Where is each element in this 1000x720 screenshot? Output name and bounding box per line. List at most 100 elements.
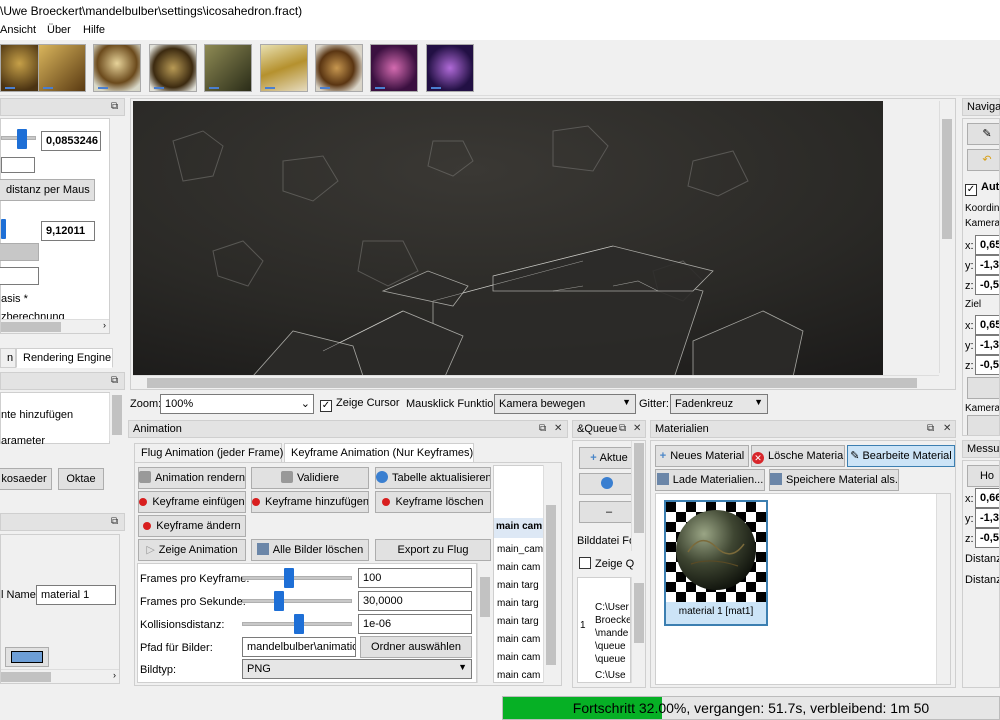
render-vertical-scrollbar[interactable] [939,101,953,373]
table-row[interactable]: main targ [494,596,546,614]
show-cursor-checkbox[interactable]: ✓ Zeige Cursor [320,397,400,412]
color-box[interactable] [1,157,35,173]
menu-uber[interactable]: Über [47,24,71,36]
close-icon[interactable]: ✕ [943,423,951,434]
frames-per-second-field[interactable]: 30,0000 [358,591,472,611]
frames-per-keyframe-slider[interactable] [284,568,294,588]
insert-keyframe-button[interactable]: Keyframe einfügen [138,491,246,513]
fractal-render-image[interactable] [133,101,883,377]
image-path-field[interactable]: mandelbulber\animation\ [242,637,356,657]
queue-update-button[interactable]: + Aktue [579,447,639,469]
choose-folder-button[interactable]: Ordner auswählen [360,636,472,658]
load-materials-button[interactable]: Lade Materialien... [655,469,765,491]
material-color-button[interactable] [5,647,49,667]
parameter-label[interactable]: arameter [1,435,45,447]
preset-thumbnail[interactable] [260,44,308,92]
render-horizontal-scrollbar[interactable] [133,375,939,389]
delete-all-images-button[interactable]: Alle Bilder löschen [251,539,369,561]
preset-thumbnail[interactable] [149,44,197,92]
close-icon[interactable]: ✕ [633,423,641,434]
preset-thumbnail[interactable] [93,44,141,92]
measure-button[interactable]: Ho [967,465,999,487]
collision-distance-field[interactable]: 1e-06 [358,614,472,634]
click-function-select[interactable]: Kamera bewegen ▼ [494,394,636,414]
material-name-field[interactable]: material 1 [36,585,116,605]
value-field-1[interactable]: 0,0853246 [41,131,101,151]
target-z-field[interactable]: -0,5 [975,355,999,375]
tab-flight-animation[interactable]: Flug Animation (jeder Frame) [134,443,283,463]
change-keyframe-button[interactable]: Keyframe ändern [138,515,246,537]
settings-vertical-scrollbar[interactable] [477,563,491,683]
refresh-table-button[interactable]: Tabelle aktualisieren [375,467,491,489]
float-icon[interactable]: ⧉ [111,101,118,112]
checkbox-unchecked-icon[interactable] [579,557,591,569]
add-component-label[interactable]: nte hinzufügen [1,409,73,421]
float-icon[interactable]: ⧉ [111,375,118,386]
menu-ansicht[interactable]: Ansicht [0,24,36,36]
slider-handle[interactable] [1,219,6,239]
material-list-scrollbar[interactable] [936,494,950,684]
validate-button[interactable]: Validiere [251,467,369,489]
checkbox-checked-icon[interactable]: ✓ [320,400,332,412]
queue-list-scrollbar[interactable] [631,577,645,683]
float-icon[interactable]: ⧉ [619,423,626,434]
table-row[interactable]: main cam [494,632,546,650]
octahedron-button[interactable]: Oktae [58,468,104,490]
horizontal-scrollbar[interactable]: › [1,319,109,333]
list-item[interactable]: C:\Use [592,668,630,682]
checkbox-checked-icon[interactable]: ✓ [965,184,977,196]
icosahedron-button[interactable]: kosaeder [0,468,52,490]
zoom-select[interactable]: 100% ⌄ [160,394,314,414]
measure-x-field[interactable]: 0,66 [975,488,999,508]
table-row[interactable]: main cam [494,650,546,668]
preset-thumbnail[interactable] [370,44,418,92]
queue-remove-button[interactable]: – [579,501,639,523]
edit-material-button[interactable]: ✎ Bearbeite Material [847,445,955,467]
chevron-right-icon[interactable]: › [103,320,106,330]
preset-thumbnail[interactable] [38,44,86,92]
grid-select[interactable]: Fadenkreuz ▼ [670,394,768,414]
frames-per-keyframe-field[interactable]: 100 [358,568,472,588]
save-material-button[interactable]: Speichere Material als... [769,469,899,491]
float-icon[interactable]: ⧉ [111,516,118,527]
close-icon[interactable]: ✕ [554,423,562,434]
new-material-button[interactable]: + Neues Material [655,445,749,467]
measure-z-field[interactable]: -0,5 [975,528,999,548]
auto-checkbox[interactable]: ✓ Aut [965,181,999,196]
queue-refresh-button[interactable] [579,473,639,495]
frames-per-second-slider[interactable] [274,591,284,611]
float-icon[interactable]: ⧉ [927,423,934,434]
queue-vertical-scrollbar[interactable] [631,441,645,551]
table-row[interactable]: main cam [494,560,546,578]
table-row[interactable]: main_cam [494,542,546,560]
camera-x-field[interactable]: 0,65 [975,235,999,255]
camera-z-field[interactable]: -0,5 [975,275,999,295]
table-vertical-scrollbar[interactable] [543,465,557,683]
camera-up-button[interactable] [967,415,999,435]
delete-material-button[interactable]: ✕ Lösche Material [751,445,845,467]
delete-keyframe-button[interactable]: Keyframe löschen [375,491,491,513]
value-field-2[interactable]: 9,12011 [41,221,95,241]
chevron-right-icon[interactable]: › [113,670,116,680]
target-x-field[interactable]: 0,65 [975,315,999,335]
camera-y-field[interactable]: -1,3 [975,255,999,275]
add-keyframe-button[interactable]: Keyframe hinzufügen [251,491,369,513]
tab-rendering-engine[interactable]: Rendering Engine [16,348,113,368]
preset-thumbnail[interactable] [315,44,363,92]
table-row[interactable]: main targ [494,578,546,596]
render-animation-button[interactable]: Animation rendern [138,467,246,489]
distance-by-mouse-button[interactable]: distanz per Maus [0,179,95,201]
color-button[interactable] [0,243,39,261]
table-row[interactable]: main cam [494,668,546,682]
preset-thumbnail[interactable] [426,44,474,92]
horizontal-scrollbar[interactable]: › [1,669,119,683]
color-box-2[interactable] [0,267,39,285]
preset-thumbnail[interactable] [204,44,252,92]
tab-left-n[interactable]: n [0,348,16,368]
undo-button[interactable]: ↶ [967,149,999,171]
material-item[interactable]: material 1 [mat1] [664,500,768,626]
vertical-scrollbar[interactable] [109,393,123,441]
show-queue-checkbox[interactable]: Zeige Q [579,557,634,570]
show-animation-button[interactable]: ▷ Zeige Animation [138,539,246,561]
collision-distance-slider[interactable] [294,614,304,634]
